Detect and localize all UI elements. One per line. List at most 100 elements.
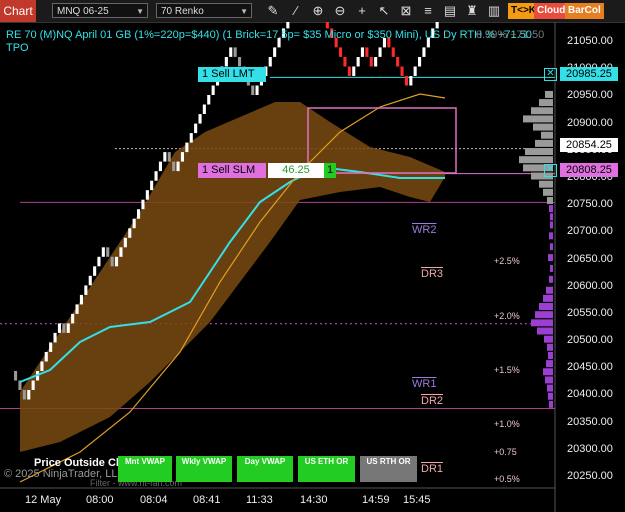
profile-bar bbox=[545, 90, 553, 98]
renko-brick bbox=[413, 66, 417, 76]
chart-subtitle: TPO bbox=[6, 42, 29, 54]
day-vwap-button[interactable]: Day VWAP bbox=[237, 456, 293, 482]
dr3-level: DR3 bbox=[421, 268, 444, 280]
renko-brick bbox=[268, 57, 272, 67]
renko-brick bbox=[369, 57, 373, 67]
barcol-button[interactable]: BarCol bbox=[565, 3, 604, 19]
renko-brick bbox=[435, 22, 439, 29]
renko-brick bbox=[53, 332, 57, 343]
renko-brick bbox=[31, 380, 35, 390]
pct-level: +0.75 bbox=[494, 447, 517, 457]
price-chart[interactable] bbox=[0, 22, 625, 512]
price-tick-label: 20350.00 bbox=[567, 415, 613, 428]
price-tick-label: 20500.00 bbox=[567, 334, 613, 347]
profile-bar bbox=[545, 376, 553, 384]
renko-brick bbox=[27, 390, 31, 400]
profile-bar bbox=[535, 311, 553, 319]
renko-brick bbox=[198, 114, 202, 124]
renko-brick bbox=[404, 76, 408, 86]
indicators-icon[interactable]: ▤ bbox=[442, 3, 458, 19]
pencil-icon[interactable]: ✎ bbox=[265, 3, 281, 19]
instrument-selector[interactable]: MNQ 06-25 ▼ bbox=[52, 3, 148, 18]
dr2-level: DR2 bbox=[421, 395, 444, 407]
profile-bar bbox=[549, 232, 553, 240]
us-eth-or-button[interactable]: US ETH OR bbox=[298, 456, 355, 482]
stop-order-qty[interactable]: 1 bbox=[324, 163, 336, 178]
crosshair-icon[interactable]: + bbox=[354, 3, 370, 19]
price-tick-label: 20550.00 bbox=[567, 306, 613, 319]
renko-brick bbox=[57, 323, 61, 333]
price-tick-label: 20450.00 bbox=[567, 361, 613, 374]
profile-bar bbox=[549, 275, 553, 283]
chevron-down-icon: ▼ bbox=[240, 7, 248, 16]
cloud-button[interactable]: Cloud bbox=[534, 3, 569, 19]
volume-profile bbox=[519, 90, 553, 408]
zoom-in-icon[interactable]: ⊕ bbox=[310, 3, 326, 19]
renko-brick bbox=[286, 22, 290, 29]
price-tick-label: 20750.00 bbox=[567, 198, 613, 211]
close-icon[interactable]: ✕ bbox=[544, 68, 557, 81]
us-rth-or-button[interactable]: US RTH OR bbox=[360, 456, 417, 482]
profile-bar bbox=[531, 319, 553, 327]
renko-brick bbox=[347, 66, 351, 76]
limit-price-marker: 20985.25 bbox=[560, 67, 618, 81]
renko-brick bbox=[352, 66, 356, 76]
bar-type-value: 70 Renko bbox=[161, 6, 204, 17]
renko-brick bbox=[176, 161, 180, 172]
close-icon[interactable]: ✕ bbox=[544, 164, 557, 177]
renko-brick bbox=[343, 57, 347, 67]
renko-brick bbox=[145, 190, 149, 200]
strategies-icon[interactable]: ♜ bbox=[464, 3, 480, 19]
instrument-value: MNQ 06-25 bbox=[57, 6, 109, 17]
profile-bar bbox=[523, 115, 553, 123]
profile-bar bbox=[550, 221, 553, 229]
stop-order-value[interactable]: 46.25 bbox=[268, 163, 324, 178]
time-tick-label: 08:00 bbox=[86, 494, 114, 506]
renko-brick bbox=[88, 275, 92, 286]
draw-tool-icon[interactable]: ⁄ bbox=[288, 3, 304, 19]
cursor-icon[interactable]: ↖ bbox=[376, 3, 392, 19]
renko-brick bbox=[202, 104, 206, 114]
profile-bar bbox=[546, 286, 553, 294]
profile-bar bbox=[544, 335, 553, 343]
renko-brick bbox=[106, 247, 110, 257]
chart-style-icon[interactable]: ▥ bbox=[486, 3, 502, 19]
time-tick-label: 14:30 bbox=[300, 494, 328, 506]
renko-brick bbox=[224, 57, 228, 67]
renko-brick bbox=[123, 237, 127, 248]
renko-brick bbox=[418, 57, 422, 67]
profile-bar bbox=[537, 327, 553, 335]
renko-brick bbox=[93, 266, 97, 276]
renko-brick bbox=[251, 85, 255, 95]
profile-bar bbox=[543, 188, 553, 196]
profile-bar bbox=[539, 303, 553, 311]
zoom-out-icon[interactable]: ⊖ bbox=[332, 3, 348, 19]
profile-bar bbox=[550, 264, 553, 272]
bar-type-selector[interactable]: 70 Renko ▼ bbox=[156, 3, 252, 18]
renko-brick bbox=[110, 256, 114, 267]
sell-limit-order[interactable]: 1 Sell LMT bbox=[198, 67, 266, 82]
properties-icon[interactable]: ≡ bbox=[420, 3, 436, 19]
time-tick-label: 11:33 bbox=[246, 494, 273, 506]
price-tick-label: 20300.00 bbox=[567, 442, 613, 455]
monthly-vwap-button[interactable]: Mnt VWAP bbox=[118, 456, 172, 482]
renko-brick bbox=[167, 152, 171, 162]
renko-brick bbox=[374, 57, 378, 67]
sell-stop-order[interactable]: 1 Sell SLM bbox=[198, 163, 266, 178]
renko-brick bbox=[150, 180, 154, 191]
pct-level: +2.5% bbox=[494, 256, 520, 266]
options-icon[interactable]: ⊠ bbox=[398, 3, 414, 19]
renko-brick bbox=[229, 47, 233, 57]
renko-brick bbox=[194, 123, 198, 134]
renko-brick bbox=[378, 47, 382, 57]
renko-brick bbox=[84, 285, 88, 295]
chart-toolbar: Chart MNQ 06-25 ▼ 70 Renko ▼ ✎ ⁄ ⊕ ⊖ + ↖… bbox=[0, 0, 625, 23]
price-tick-label: 21050.00 bbox=[567, 35, 613, 47]
chart-tab[interactable]: Chart bbox=[0, 0, 36, 22]
pct-level: +0.5% bbox=[494, 474, 520, 484]
price-tick-label: 20700.00 bbox=[567, 225, 613, 238]
renko-brick bbox=[400, 66, 404, 76]
weekly-vwap-button[interactable]: Wkly VWAP bbox=[176, 456, 232, 482]
renko-brick bbox=[211, 85, 215, 95]
renko-brick bbox=[360, 47, 364, 57]
